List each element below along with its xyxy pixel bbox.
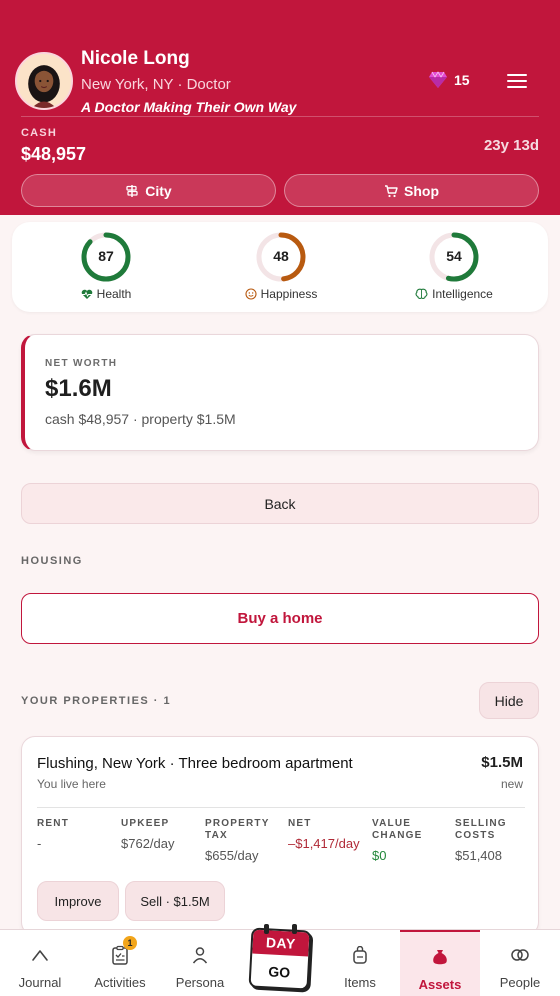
net-worth-value: $1.6M <box>45 375 112 402</box>
property-tax-column: PROPERTY TAX $655/day <box>205 818 285 864</box>
gem-icon <box>429 71 447 88</box>
nav-activities[interactable]: 1 Activities <box>80 930 160 996</box>
calendar-icon: DAY GO <box>248 927 312 991</box>
cash-value: $48,957 <box>21 144 87 164</box>
shop-button-label: Shop <box>404 182 439 199</box>
property-title: Flushing, New York · Three bedroom apart… <box>37 755 353 772</box>
nav-journal[interactable]: Journal <box>0 930 80 996</box>
cart-icon <box>385 184 398 197</box>
stat-happiness[interactable]: 48 Happiness <box>216 231 346 301</box>
rent-value: - <box>37 836 42 851</box>
property-card: Flushing, New York · Three bedroom apart… <box>21 736 539 936</box>
intelligence-label: Intelligence <box>432 287 493 301</box>
signpost-icon <box>126 184 138 197</box>
avatar[interactable] <box>15 52 73 110</box>
net-column: NET –$1,417/day <box>288 818 368 852</box>
rent-header: RENT <box>37 818 70 829</box>
money-bag-icon <box>433 950 447 965</box>
brain-icon <box>415 288 428 299</box>
nav-assets[interactable]: Assets <box>400 930 480 996</box>
avatar-portrait-icon <box>17 54 71 108</box>
upkeep-value: $762/day <box>121 836 175 851</box>
sell-button[interactable]: Sell · $1.5M <box>125 881 225 921</box>
shop-button[interactable]: Shop <box>284 174 539 207</box>
stats-card: 87 Health 48 Happiness 54 Intelligence <box>12 222 548 312</box>
health-label: Health <box>96 287 132 301</box>
calendar-ring-right <box>292 924 297 934</box>
cash-label: CASH <box>21 127 57 139</box>
net-worth-breakdown: cash $48,957 · property $1.5M <box>45 411 236 427</box>
property-tax-header: PROPERTY TAX <box>205 818 270 841</box>
net-header: NET <box>288 818 312 829</box>
buy-home-button[interactable]: Buy a home <box>21 593 539 644</box>
nav-activities-label: Activities <box>94 975 146 990</box>
nav-persona-label: Persona <box>175 975 225 990</box>
upkeep-header: UPKEEP <box>121 818 170 829</box>
value-change-header: VALUE CHANGE <box>372 818 423 841</box>
nav-persona[interactable]: Persona <box>160 930 240 996</box>
stat-health[interactable]: 87 Health <box>41 231 171 301</box>
menu-icon[interactable] <box>505 70 529 92</box>
property-price: $1.5M <box>481 754 523 771</box>
person-icon <box>192 947 208 964</box>
selling-costs-column: SELLING COSTS $51,408 <box>455 818 535 864</box>
tagline: A Doctor Making Their Own Way <box>81 99 297 115</box>
nav-journal-label: Journal <box>18 975 62 990</box>
gem-count: 15 <box>454 72 470 88</box>
go-label: GO <box>268 963 291 981</box>
selling-costs-value: $51,408 <box>455 848 502 863</box>
smiley-icon <box>245 288 257 300</box>
hide-button[interactable]: Hide <box>479 682 539 719</box>
upkeep-column: UPKEEP $762/day <box>121 818 201 852</box>
nav-items[interactable]: Items <box>320 930 400 996</box>
property-subtitle: You live here <box>37 777 106 791</box>
improve-button[interactable]: Improve <box>37 881 119 921</box>
happiness-value: 48 <box>273 248 289 264</box>
net-worth-label: NET WORTH <box>45 358 118 369</box>
net-worth-card: NET WORTH $1.6M cash $48,957 · property … <box>21 334 539 451</box>
nav-people-label: People <box>499 975 541 990</box>
property-divider <box>37 807 525 808</box>
age-display: 23y 13d <box>483 137 539 154</box>
happiness-label: Happiness <box>260 287 318 301</box>
day-label: DAY <box>252 929 310 957</box>
gem-counter[interactable]: 15 <box>428 71 470 89</box>
city-button[interactable]: City <box>21 174 276 207</box>
rent-column: RENT - <box>37 818 117 852</box>
location-job: New York, NY · Doctor <box>81 76 231 93</box>
nav-assets-label: Assets <box>418 977 462 992</box>
value-change-column: VALUE CHANGE $0 <box>372 818 452 864</box>
header-divider <box>21 116 539 117</box>
happiness-label-row: Happiness <box>245 287 318 301</box>
intelligence-label-row: Intelligence <box>415 287 493 301</box>
properties-section-label: YOUR PROPERTIES · 1 <box>21 695 172 707</box>
profile-header: Nicole Long New York, NY · Doctor A Doct… <box>0 0 560 215</box>
player-name: Nicole Long <box>81 48 190 69</box>
selling-costs-header: SELLING COSTS <box>455 818 507 841</box>
calendar-ring-left <box>264 924 269 934</box>
city-button-label: City <box>145 182 172 199</box>
nav-people[interactable]: People <box>480 930 560 996</box>
property-condition: new <box>500 777 523 791</box>
property-tax-value: $655/day <box>205 848 259 863</box>
nav-items-label: Items <box>344 975 376 990</box>
next-day-button[interactable]: DAY GO <box>248 923 312 991</box>
backpack-icon <box>353 946 367 964</box>
rings-icon <box>511 949 529 961</box>
intelligence-value: 54 <box>446 248 462 264</box>
net-value: –$1,417/day <box>288 836 360 851</box>
stat-intelligence[interactable]: 54 Intelligence <box>389 231 519 301</box>
heart-pulse-icon <box>81 289 92 299</box>
back-button[interactable]: Back <box>21 483 539 524</box>
housing-section-label: HOUSING <box>21 555 83 567</box>
health-value: 87 <box>98 248 114 264</box>
journal-icon <box>32 950 48 961</box>
health-label-row: Health <box>81 287 132 301</box>
value-change-value: $0 <box>372 848 387 863</box>
activities-badge: 1 <box>123 936 137 950</box>
